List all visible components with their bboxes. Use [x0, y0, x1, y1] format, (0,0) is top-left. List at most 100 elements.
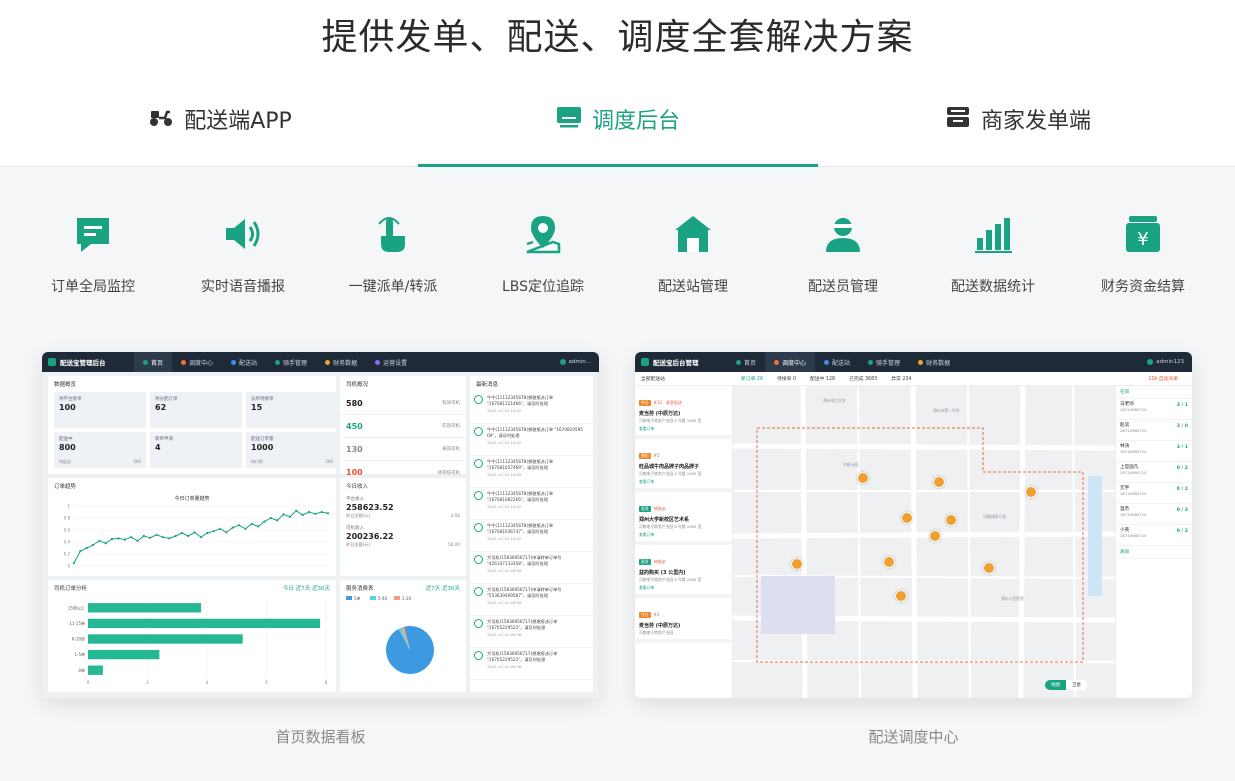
rider-row[interactable]: 温杰 18710980710 0 / 3: [1116, 504, 1192, 525]
nav-finance[interactable]: 财务数据: [909, 352, 959, 372]
auto-dispatch-toggle[interactable]: 10k 自动派单: [1148, 375, 1178, 382]
nav-rider[interactable]: 骑手管理: [266, 352, 316, 372]
station-select[interactable]: 全部配送站: [641, 375, 727, 382]
rider-row[interactable]: 赵滨 18710980710 3 / 0: [1116, 420, 1192, 441]
nav-station[interactable]: 配送站: [815, 352, 859, 372]
settings-icon: [375, 359, 381, 365]
rider-location-pin[interactable]: [983, 562, 995, 574]
feature-lbs-tracking: LBS定位追踪: [468, 214, 618, 296]
message-item[interactable]: 牛牛(11112345678)想邀报派订单 "1670810595 09"，请及…: [470, 424, 593, 456]
station-house-icon: [675, 216, 711, 252]
nav-rider[interactable]: 骑手管理: [859, 352, 909, 372]
nav-home[interactable]: 首页: [727, 352, 765, 372]
order-card[interactable]: 今日 #2 麦当劳 (中原万达) 河南电子商务产业园: [635, 598, 732, 643]
rider-location-pin[interactable]: [945, 514, 957, 526]
legend-swatch: [370, 596, 376, 600]
message-item[interactable]: 牛牛(11112345678)想邀报派订单 "167081121466"，请及时…: [470, 392, 593, 424]
rider-row[interactable]: 小英 18710980710 0 / 2: [1116, 525, 1192, 546]
nav-settings[interactable]: 运营设置: [366, 352, 416, 372]
category-label: 6-10单: [72, 636, 85, 642]
rider-location-pin[interactable]: [1025, 486, 1037, 498]
dispatch-map[interactable]: 郑州电力大学 中原公园 郑州市第一中学 河南财政干部 郑州人民医院 地图 卫星: [733, 386, 1115, 698]
map-roads: [733, 386, 1115, 698]
rider-location-pin[interactable]: [933, 476, 945, 488]
map-place-label: 郑州人民医院: [1001, 596, 1024, 601]
stat-delivering[interactable]: 配送中 128: [810, 375, 835, 382]
rider-order-count: 0 / 2: [1176, 466, 1188, 471]
message-item[interactable]: 牛牛(11112345678)想邀报派订单 "167081036747"，请及时…: [470, 520, 593, 552]
order-card[interactable]: 今日 #12 · 紧急配送 麦当劳 (中原万达) 河南电子商务产业园 8 号楼 160…: [635, 386, 732, 439]
order-head: 今日 #2: [639, 601, 728, 620]
tab-delivery-app[interactable]: 配送端APP: [120, 95, 320, 167]
rider-location-pin[interactable]: [901, 512, 913, 524]
rider-location-pin[interactable]: [883, 556, 895, 568]
rider-location-pin[interactable]: [857, 472, 869, 484]
view-order-link[interactable]: 查看订单: [639, 585, 654, 591]
nav-dispatch[interactable]: 调度中心: [172, 352, 222, 372]
trend-point: [117, 537, 120, 540]
chart-title: 今日订单量趋势: [174, 495, 209, 502]
kpi-card[interactable]: 派单待接单 15: [246, 392, 338, 428]
rider-row[interactable]: 林涛 18710980710 3 / 1: [1116, 441, 1192, 462]
stat-new-orders[interactable]: 新订单 26: [741, 375, 763, 382]
nav-label: 骑手管理: [876, 359, 901, 367]
rider-section-online[interactable]: 在岗: [1116, 386, 1192, 399]
kpi-card[interactable]: 待分配订单 62: [150, 392, 242, 428]
stat-exception[interactable]: 异常 234: [891, 375, 911, 382]
message-item[interactable]: 大司机(15836956717)申请转单订单号 "426107133358"，请…: [470, 552, 593, 584]
feature-station-mgmt: 配送站管理: [618, 214, 768, 296]
map-view-button[interactable]: 地图: [1045, 680, 1066, 690]
stat-done[interactable]: 已完成 3683: [849, 375, 877, 382]
view-order-link[interactable]: 查看订单: [639, 532, 654, 538]
platform-income-value: 258623.52: [346, 503, 394, 512]
rider-row[interactable]: 上官画凡 18710980710 0 / 2: [1116, 462, 1192, 483]
kpi-card[interactable]: 待平台接单 100: [54, 392, 146, 428]
logo-icon: [48, 358, 56, 366]
category-label: 0单: [78, 667, 85, 673]
kpi-card[interactable]: 配送订单量 1000 待付款 200: [246, 432, 338, 468]
nav-home[interactable]: 首页: [134, 352, 173, 372]
rider-location-pin[interactable]: [791, 558, 803, 570]
sub-value: 56.00: [448, 542, 460, 547]
user-menu[interactable]: admin...: [559, 359, 599, 365]
message-item[interactable]: 大司机(15836956717)想邀报派订单 "16705229522"，请及时…: [470, 616, 593, 648]
rider-row[interactable]: 元宇 18710980710 0 / 2: [1116, 483, 1192, 504]
order-head: 今日 #12 · 紧急配送: [639, 389, 728, 408]
driver-stat-value: 100: [346, 468, 363, 477]
tab-dispatch-backend[interactable]: 调度后台: [518, 95, 718, 167]
time-filter[interactable]: 今日 近7天 近30天: [283, 584, 330, 592]
time-filter[interactable]: 近7天 近30天: [426, 584, 460, 592]
order-shop: 益的购买 (3 公里内): [639, 570, 686, 576]
nav-station[interactable]: 配送站: [222, 352, 266, 372]
dashboard-screenshot[interactable]: 配送宝管理后台 首页 调度中心 配送站 骑手管理 财务数据 运营设置 admin…: [42, 352, 599, 698]
order-tag: 预约: [639, 453, 651, 459]
kpi-card[interactable]: 转单申请 4: [150, 432, 242, 468]
order-card[interactable]: 预约 #5 旺品城牛肉品牌子肉品牌子 河南电子商务产业园 6 号楼 1605 室查看订…: [635, 439, 732, 492]
dispatch-screenshot[interactable]: 配送宝后台管理 首页 调度中心 配送站 骑手管理 财务数据 admin123 全…: [635, 352, 1192, 698]
order-card[interactable]: 直发 待指派 郑州大学新校区艺术系 河南电子商务产业园 6 号楼 1605 室查看订单: [635, 492, 732, 545]
trend-point: [218, 527, 222, 530]
trend-point: [174, 534, 177, 538]
rider-location-pin[interactable]: [929, 530, 941, 542]
stat-pending[interactable]: 待接单 0: [777, 375, 796, 382]
rider-section-offline[interactable]: 离岗: [1116, 546, 1192, 559]
view-order-link[interactable]: 查看订单: [639, 426, 654, 432]
trend-point: [72, 561, 76, 565]
message-item[interactable]: 牛牛(11112345678)想邀报派订单 "167081082266"，请及时…: [470, 488, 593, 520]
view-order-link[interactable]: 查看订单: [639, 479, 654, 485]
nav-finance[interactable]: 财务数据: [316, 352, 366, 372]
user-menu[interactable]: admin123: [1147, 359, 1192, 365]
order-card[interactable]: 直发 待指派 益的购买 (3 公里内) 河南电子商务产业园 6 号楼 1605 室查看…: [635, 545, 732, 598]
nav-dispatch[interactable]: 调度中心: [765, 352, 816, 372]
message-icon: [474, 459, 483, 468]
message-item[interactable]: 牛牛(11112345678)想邀报派订单 "167081057469"，请及时…: [470, 456, 593, 488]
message-item[interactable]: 大司机(15836956717)想邀报派订单 "16705229522"，请及时…: [470, 648, 593, 680]
bar: [88, 665, 103, 675]
tab-merchant[interactable]: 商家发单端: [918, 95, 1118, 167]
message-item[interactable]: 大司机(15836956717)申请转单订单号 "553639409587"，请…: [470, 584, 593, 616]
rider-row[interactable]: 马老师 18710980710 3 / 1: [1116, 399, 1192, 420]
trend-point: [282, 513, 285, 516]
rider-location-pin[interactable]: [895, 590, 907, 602]
satellite-view-button[interactable]: 卫星: [1066, 680, 1087, 690]
kpi-card[interactable]: 配送中 800 待配送 600: [54, 432, 146, 468]
